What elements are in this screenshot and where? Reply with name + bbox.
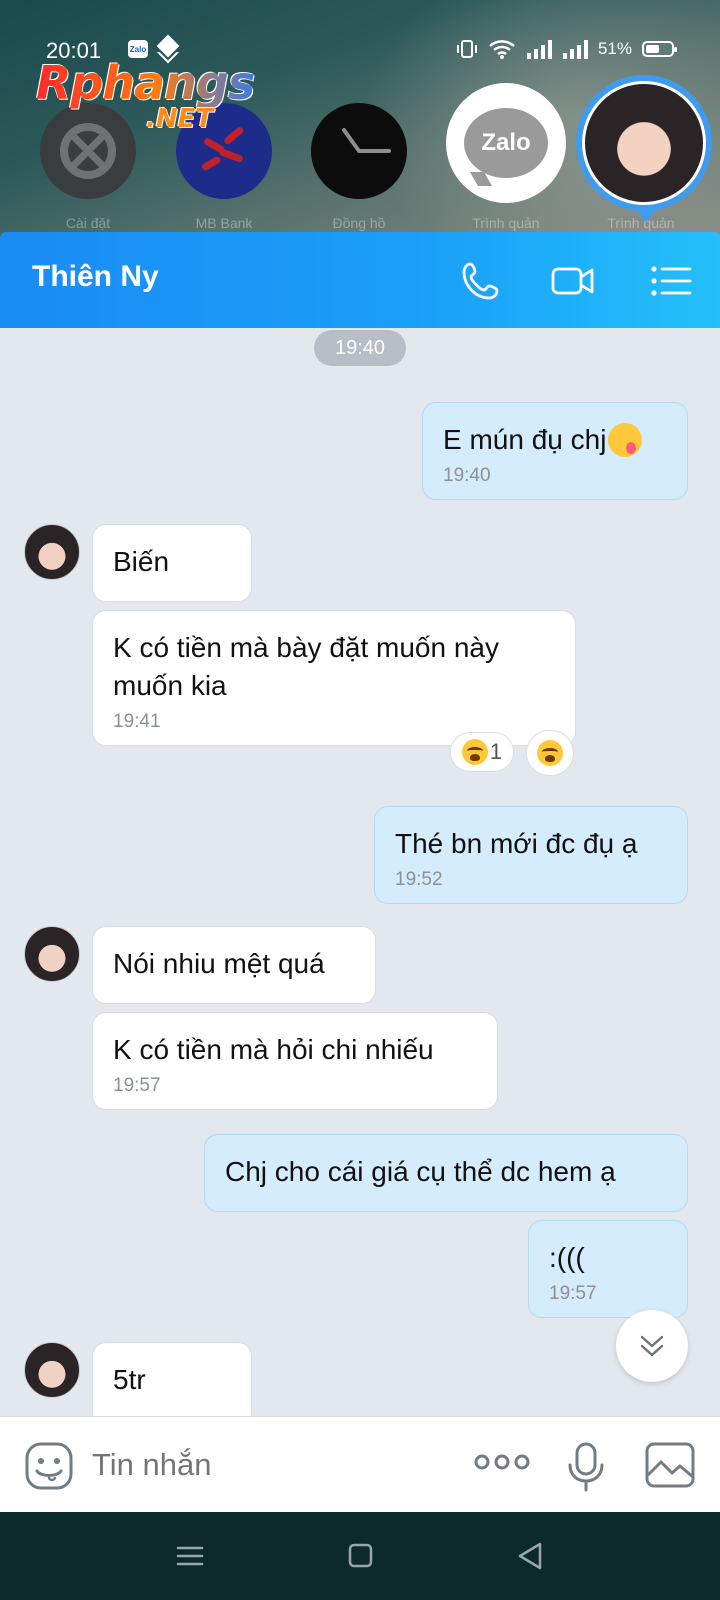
chat-header: Thiên Ny (0, 232, 720, 328)
zalo-bubble[interactable]: Zalo (446, 83, 566, 203)
message-outgoing[interactable]: E mún đụ chj 19:40 (422, 402, 688, 500)
wifi-icon (489, 40, 515, 59)
add-reaction-button[interactable] (526, 730, 574, 776)
message-text: Thé bn mới đc đụ ạ (395, 828, 638, 859)
message-time: 19:57 (113, 1075, 161, 1096)
watermark-logo: Rphangs .NET (36, 56, 255, 134)
crying-emoji-icon (537, 740, 563, 766)
watermark-main: Rphangs (36, 56, 255, 110)
system-navigation-bar (0, 1512, 720, 1600)
mb-bank-bubble-label: MB Bank (195, 215, 253, 231)
clock-bubble-label: Đồng hồ (332, 215, 386, 231)
clock-icon (342, 128, 391, 153)
vibrate-icon (456, 40, 477, 58)
message-time: 19:52 (395, 869, 443, 890)
message-incoming[interactable]: 5tr (92, 1342, 252, 1416)
file-manager-2-bubble-label: Trình quản (607, 215, 675, 231)
reaction-count: 1 (489, 739, 503, 764)
message-text: Chj cho cái giá cụ thể dc hem ạ (225, 1156, 616, 1187)
video-call-icon[interactable] (550, 258, 596, 304)
message-text: Nói nhiu mệt quá (113, 948, 325, 979)
chat-head-avatar-bubble[interactable] (576, 75, 712, 223)
crying-emoji-icon (461, 739, 488, 765)
yum-emoji-icon (608, 423, 643, 457)
image-gallery-icon[interactable] (644, 1441, 696, 1489)
phone-call-icon[interactable] (458, 258, 504, 304)
reaction-summary[interactable]: 1 (450, 732, 514, 772)
avatar[interactable] (24, 524, 80, 580)
message-text: K có tiền mà bày đặt muốn này muốn kia (113, 632, 499, 701)
message-text: :((( (549, 1242, 585, 1273)
date-separator-chip: 19:40 (314, 330, 406, 366)
contact-name[interactable]: Thiên Ny (32, 260, 159, 294)
message-incoming[interactable]: Nói nhiu mệt quá (92, 926, 376, 1004)
settings-bubble-label: Cài đặt (65, 215, 111, 231)
message-incoming[interactable]: Biến (92, 524, 252, 602)
message-time: 19:57 (549, 1283, 597, 1304)
avatar (582, 81, 706, 205)
chat-messages-area[interactable]: 19:40 E mún đụ chj 19:40 Biến K có tiền … (0, 328, 720, 1416)
menu-list-icon[interactable] (648, 258, 694, 304)
battery-percent: 51% (597, 39, 632, 58)
message-input-bar (0, 1416, 720, 1512)
message-input[interactable] (92, 1447, 452, 1483)
home-icon[interactable] (342, 1540, 378, 1572)
message-outgoing[interactable]: :((( 19:57 (528, 1220, 688, 1318)
scroll-to-bottom-button[interactable] (616, 1310, 688, 1382)
clock-bubble[interactable] (311, 103, 407, 199)
message-time: 19:41 (113, 711, 161, 732)
settings-bubble[interactable] (40, 103, 136, 199)
chevron-double-down-icon (640, 1335, 664, 1357)
watermark-sub: .NET (146, 104, 214, 134)
file-manager-bubble-label: Trình quản (472, 215, 540, 231)
battery-icon (642, 41, 677, 57)
message-text: K có tiền mà hỏi chi nhiếu (113, 1034, 434, 1065)
more-options-icon[interactable] (474, 1451, 530, 1473)
signal-1-icon (526, 40, 552, 59)
avatar[interactable] (24, 1342, 80, 1398)
microphone-icon[interactable] (566, 1441, 606, 1493)
message-text: Biến (113, 546, 170, 577)
message-time: 19:40 (443, 465, 491, 486)
back-icon[interactable] (512, 1540, 548, 1572)
message-outgoing[interactable]: Chj cho cái giá cụ thể dc hem ạ (204, 1134, 688, 1212)
signal-2-icon (562, 40, 588, 59)
message-outgoing[interactable]: Thé bn mới đc đụ ạ 19:52 (374, 806, 688, 904)
avatar[interactable] (24, 926, 80, 982)
gear-icon (60, 123, 116, 179)
message-text: E mún đụ chj (443, 424, 607, 455)
message-incoming[interactable]: K có tiền mà hỏi chi nhiếu 19:57 (92, 1012, 498, 1110)
sticker-emoji-icon[interactable] (24, 1441, 74, 1491)
message-incoming[interactable]: K có tiền mà bày đặt muốn này muốn kia 1… (92, 610, 576, 746)
recent-apps-icon[interactable] (172, 1540, 208, 1572)
message-text: 5tr (113, 1364, 146, 1395)
zalo-logo-icon: Zalo (464, 108, 548, 178)
